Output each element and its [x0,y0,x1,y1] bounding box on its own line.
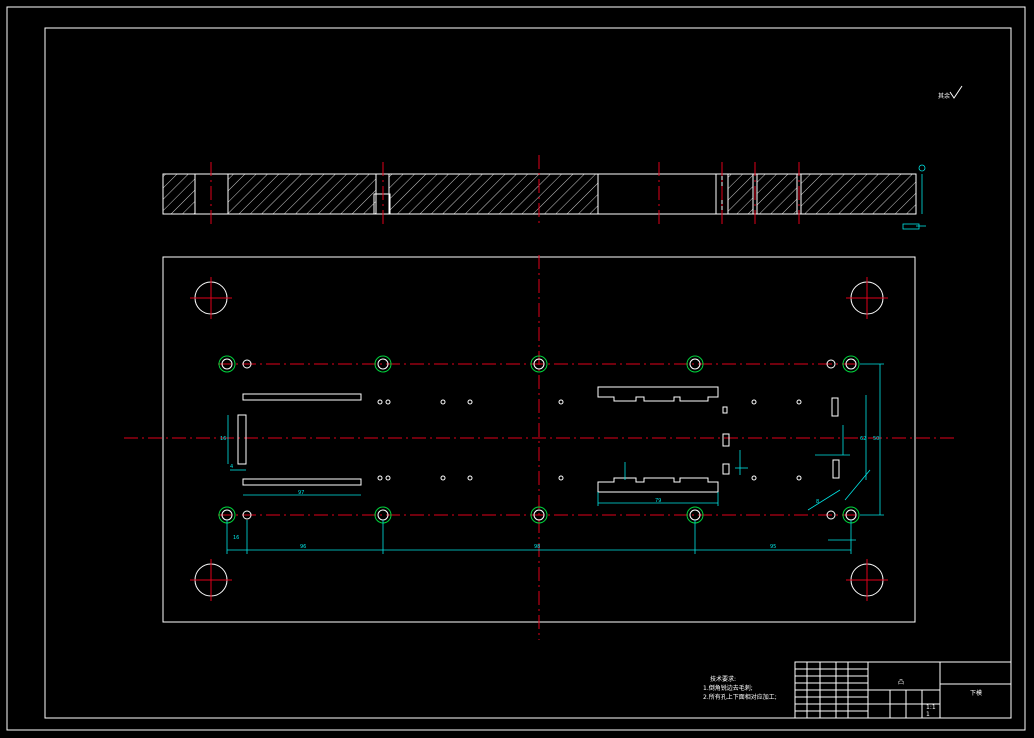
svg-text:79: 79 [655,498,661,504]
svg-text:4: 4 [230,464,233,470]
svg-text:62: 62 [860,436,866,442]
svg-text:凸: 凸 [898,679,904,686]
tech-notes: 技术要求: 1.倒角锐边去毛刺; 2.所有孔上下面相对应加工; [703,675,777,701]
svg-text:1.倒角锐边去毛刺;: 1.倒角锐边去毛刺; [703,684,753,692]
svg-text:50: 50 [873,436,879,442]
cad-drawing-canvas: 其余 16 96 98 95 97 16 4 79 50 62 8 技术要求: … [6,6,1026,731]
svg-text:98: 98 [534,544,540,550]
svg-text:16: 16 [233,535,239,541]
svg-text:96: 96 [300,544,306,550]
svg-text:技术要求:: 技术要求: [710,675,736,683]
roughness-symbol: 其余 [938,85,963,100]
svg-text:1: 1 [926,711,930,718]
svg-text:下模: 下模 [970,689,982,697]
inner-border [44,27,1012,719]
svg-text:1:1: 1:1 [926,704,936,711]
dimensions: 16 96 98 95 97 16 4 79 50 62 8 [220,363,884,554]
svg-text:95: 95 [770,544,776,550]
svg-text:其余: 其余 [938,92,950,100]
section-view [162,155,926,230]
svg-text:16: 16 [220,436,226,442]
svg-text:8: 8 [816,499,819,505]
plan-view: 16 96 98 95 97 16 4 79 50 62 8 [124,255,955,640]
title-block: 凸 下模 1:1 1 [794,661,1012,719]
svg-text:97: 97 [298,490,304,496]
svg-text:2.所有孔上下面相对应加工;: 2.所有孔上下面相对应加工; [703,693,777,701]
